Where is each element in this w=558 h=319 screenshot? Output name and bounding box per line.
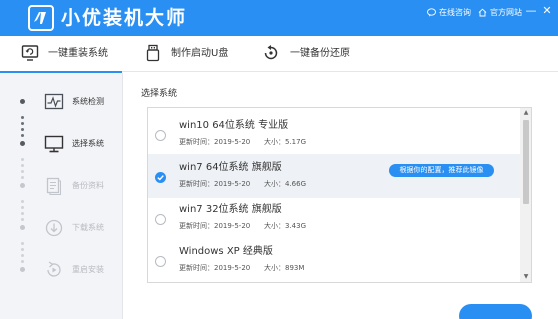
step-system-check: 系统检测 (0, 88, 123, 116)
tab-make-usb[interactable]: 制作启动U盘 (140, 36, 262, 72)
radio-button[interactable] (155, 214, 166, 225)
step-label: 备份资料 (72, 181, 104, 190)
online-consult-link[interactable]: 在线咨询 (427, 6, 475, 20)
checkmark-icon (157, 175, 164, 181)
backup-restore-icon (264, 45, 278, 60)
step-label: 选择系统 (72, 139, 104, 148)
system-size: 大小：5.17G (264, 138, 307, 146)
step-dot (20, 141, 25, 146)
tab-backup-restore[interactable]: 一键备份还原 (258, 36, 388, 72)
official-site-link[interactable]: 官方网站 (478, 6, 526, 20)
radio-button-checked[interactable] (155, 172, 166, 183)
system-name: win7 64位系统 旗舰版 (179, 162, 282, 173)
tab-reinstall-system[interactable]: 一键重装系统 (0, 36, 122, 73)
step-backup-data: 备份资料 (0, 172, 123, 200)
radio-button[interactable] (155, 130, 166, 141)
step-connector-dot (21, 122, 24, 125)
system-row-winxp[interactable]: Windows XP 经典版 更新时间：2019-5-20 大小：893M (148, 238, 520, 282)
system-size: 大小：4.66G (264, 180, 307, 188)
install-steps-sidebar: 系统检测 选择系统 备份资料 下载系统 重启安装 (0, 73, 123, 319)
download-icon (45, 219, 63, 237)
system-size: 大小：3.43G (264, 222, 307, 230)
step-connector-dot (21, 200, 24, 203)
minimize-button[interactable]: — (524, 4, 538, 18)
list-scrollbar[interactable]: ▲ ▼ (520, 108, 531, 282)
system-name: win10 64位系统 专业版 (179, 120, 289, 131)
step-restart-install: 重启安装 (0, 256, 123, 284)
title-bar: 小优装机大师 在线咨询 官方网站 — ✕ (0, 0, 558, 36)
system-update-time: 更新时间：2019-5-20 (179, 138, 251, 146)
step-label: 系统检测 (72, 97, 104, 106)
step-dot (20, 225, 25, 230)
step-connector-dot (21, 206, 24, 209)
main-nav: 一键重装系统 制作启动U盘 一键备份还原 (0, 36, 558, 73)
pulse-monitor-icon (44, 93, 64, 110)
system-row-win7-32[interactable]: win7 32位系统 旗舰版 更新时间：2019-5-20 大小：3.43G (148, 196, 520, 240)
system-update-time: 更新时间：2019-5-20 (179, 264, 251, 272)
tab-make-usb-label: 制作启动U盘 (171, 48, 229, 59)
desktop-icon (44, 135, 64, 153)
system-update-time: 更新时间：2019-5-20 (179, 222, 251, 230)
system-name: Windows XP 经典版 (179, 246, 273, 257)
official-site-label: 官方网站 (490, 8, 522, 17)
close-button[interactable]: ✕ (540, 4, 554, 18)
monitor-refresh-icon (21, 45, 39, 61)
section-title: 选择系统 (141, 89, 178, 99)
system-size: 大小：893M (264, 264, 305, 272)
restart-icon (47, 261, 61, 277)
system-update-time: 更新时间：2019-5-20 (179, 180, 251, 188)
step-connector-dot (21, 116, 24, 119)
system-name: win7 32位系统 旗舰版 (179, 204, 282, 215)
logo-icon (28, 5, 54, 31)
usb-drive-icon (146, 44, 160, 62)
scrollbar-thumb[interactable] (523, 120, 529, 204)
step-connector-dot (21, 248, 24, 251)
step-dot (20, 267, 25, 272)
chat-bubble-icon (427, 8, 436, 17)
step-select-system: 选择系统 (0, 130, 123, 158)
step-dot (20, 99, 25, 104)
home-icon (478, 8, 487, 17)
step-download-system: 下载系统 (0, 214, 123, 242)
step-label: 重启安装 (72, 265, 104, 274)
next-step-button[interactable] (459, 304, 532, 319)
scroll-down-arrow[interactable]: ▼ (520, 272, 531, 282)
tab-reinstall-label: 一键重装系统 (48, 48, 108, 59)
recommended-badge: 根据你的配置，推荐此镜像 (389, 164, 494, 177)
radio-button[interactable] (155, 256, 166, 267)
system-row-win10-64[interactable]: win10 64位系统 专业版 更新时间：2019-5-20 大小：5.17G (148, 112, 520, 156)
app-title: 小优装机大师 (61, 7, 188, 29)
step-dot (20, 183, 25, 188)
step-label: 下载系统 (72, 223, 104, 232)
step-connector-dot (21, 158, 24, 161)
step-connector-dot (21, 164, 24, 167)
system-list: win10 64位系统 专业版 更新时间：2019-5-20 大小：5.17G … (147, 107, 532, 283)
tab-backup-restore-label: 一键备份还原 (290, 48, 350, 59)
step-connector-dot (21, 242, 24, 245)
online-consult-label: 在线咨询 (439, 8, 471, 17)
document-icon (46, 177, 61, 195)
scroll-up-arrow[interactable]: ▲ (520, 108, 531, 118)
